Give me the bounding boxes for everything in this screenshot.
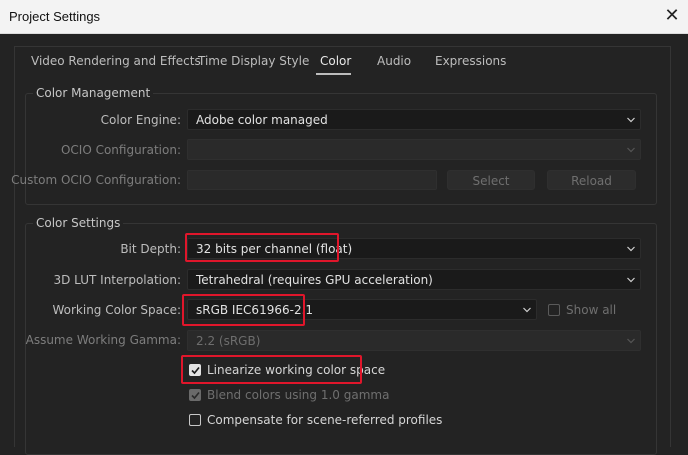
color-management-title: Color Management: [33, 86, 154, 100]
reload-button[interactable]: Reload: [547, 170, 636, 190]
compensate-label: Compensate for scene-referred profiles: [207, 413, 443, 427]
bit-depth-label: Bit Depth:: [120, 242, 181, 256]
ocio-configuration-label: OCIO Configuration:: [60, 143, 181, 157]
working-color-space-value: sRGB IEC61966-2.1: [196, 303, 314, 317]
assume-gamma-select[interactable]: 2.2 (sRGB): [187, 330, 641, 351]
compensate-checkbox-row[interactable]: Compensate for scene-referred profiles: [189, 412, 442, 430]
custom-ocio-path-field[interactable]: [187, 170, 437, 190]
color-engine-value: Adobe color managed: [196, 113, 328, 127]
color-settings-title: Color Settings: [33, 216, 124, 230]
chevron-down-icon: [627, 245, 635, 253]
blend-gamma-label: Blend colors using 1.0 gamma: [207, 388, 390, 402]
close-icon[interactable]: ✕: [662, 6, 682, 26]
color-engine-label: Color Engine:: [100, 113, 181, 127]
chevron-down-icon: [627, 276, 635, 284]
blend-gamma-checkbox-row[interactable]: Blend colors using 1.0 gamma: [189, 387, 389, 405]
lut-interpolation-select[interactable]: Tetrahedral (requires GPU acceleration): [187, 269, 641, 290]
compensate-checkbox[interactable]: [189, 414, 201, 426]
select-button[interactable]: Select: [447, 170, 535, 190]
custom-ocio-label: Custom OCIO Configuration:: [11, 173, 181, 187]
chevron-down-icon: [627, 146, 635, 154]
linearize-checkbox[interactable]: [189, 364, 201, 376]
ocio-configuration-select[interactable]: [187, 139, 641, 160]
title-bar: Project Settings ✕: [0, 0, 688, 34]
assume-gamma-value: 2.2 (sRGB): [196, 334, 261, 348]
window-title: Project Settings: [9, 9, 101, 24]
checkmark-icon: [191, 391, 200, 400]
checkmark-icon: [191, 366, 200, 375]
lut-interpolation-label: 3D LUT Interpolation:: [53, 273, 181, 287]
color-engine-select[interactable]: Adobe color managed: [187, 109, 641, 130]
bit-depth-select[interactable]: 32 bits per channel (float): [187, 238, 641, 259]
show-all-checkbox[interactable]: [548, 304, 560, 316]
lut-interpolation-value: Tetrahedral (requires GPU acceleration): [196, 273, 433, 287]
chevron-down-icon: [627, 116, 635, 124]
bit-depth-value: 32 bits per channel (float): [196, 242, 353, 256]
show-all-label: Show all: [566, 303, 617, 317]
blend-gamma-checkbox[interactable]: [189, 389, 201, 401]
working-color-space-label: Working Color Space:: [52, 303, 181, 317]
linearize-label: Linearize working color space: [207, 363, 386, 377]
working-color-space-select[interactable]: sRGB IEC61966-2.1: [187, 299, 537, 320]
chevron-down-icon: [627, 337, 635, 345]
chevron-down-icon: [523, 306, 531, 314]
linearize-checkbox-row[interactable]: Linearize working color space: [189, 362, 385, 380]
assume-gamma-label: Assume Working Gamma:: [25, 333, 181, 347]
show-all-checkbox-row[interactable]: Show all: [548, 302, 648, 320]
